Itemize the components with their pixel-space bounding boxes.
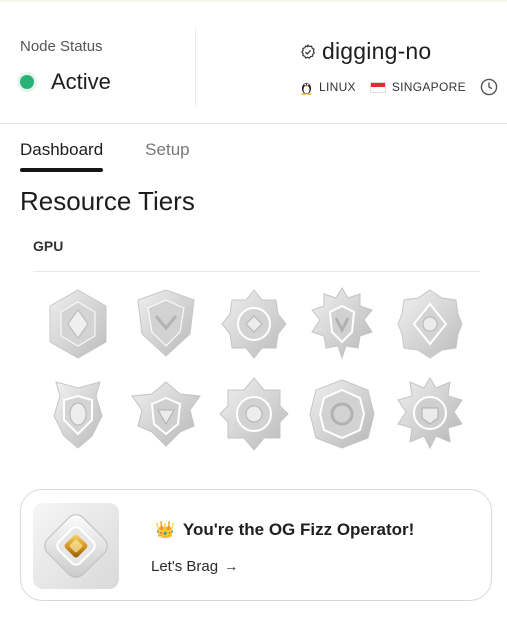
os-item: LINUX xyxy=(300,80,356,95)
node-info: digging-no LINUX SINGAPORE xyxy=(300,38,498,96)
tier-badge-10 xyxy=(397,377,463,450)
node-status-label: Node Status xyxy=(20,38,103,55)
node-name-row: digging-no xyxy=(300,38,498,65)
tier-badge-grid xyxy=(34,286,474,466)
crown-icon: 👑 xyxy=(155,522,175,539)
og-operator-title-row: 👑 You're the OG Fizz Operator! xyxy=(155,520,414,540)
tier-badge-8 xyxy=(219,377,289,451)
tier-badge-1 xyxy=(49,289,107,359)
gpu-section-label: GPU xyxy=(33,238,64,254)
clock-icon[interactable] xyxy=(480,78,498,96)
status-dot-icon xyxy=(20,75,34,89)
header-bottom-divider xyxy=(0,123,507,124)
top-accent-line xyxy=(0,0,507,2)
resource-tiers-title: Resource Tiers xyxy=(20,186,195,216)
tier-badge-3 xyxy=(221,289,287,359)
gpu-divider xyxy=(33,271,480,272)
tab-bar: Dashboard Setup xyxy=(20,140,190,172)
linux-penguin-icon xyxy=(301,82,312,95)
og-operator-title: You're the OG Fizz Operator! xyxy=(182,520,415,539)
tier-badge-2 xyxy=(137,289,195,357)
lets-brag-link[interactable]: Let's Brag → xyxy=(151,558,238,575)
gold-gem-icon xyxy=(44,514,108,578)
tier-badge-7 xyxy=(131,381,201,447)
node-name: digging-no xyxy=(322,38,432,64)
header-divider xyxy=(195,28,196,106)
node-status-row: Active xyxy=(20,69,111,95)
lets-brag-label: Let's Brag xyxy=(151,558,219,575)
arrow-right-icon: → xyxy=(224,558,239,574)
node-status-panel: Node Status Active xyxy=(20,38,111,95)
verified-badge-icon xyxy=(301,43,316,59)
tier-badge-4 xyxy=(311,287,373,360)
tab-setup[interactable]: Setup xyxy=(145,140,189,172)
tab-dashboard[interactable]: Dashboard xyxy=(20,140,104,172)
node-status-value: Active xyxy=(51,69,111,94)
tier-badge-9 xyxy=(309,379,375,449)
os-label: LINUX xyxy=(319,80,356,94)
og-operator-badge-image xyxy=(33,503,119,589)
node-meta: LINUX SINGAPORE xyxy=(300,78,498,96)
tier-badge-5 xyxy=(397,289,463,359)
region-label: SINGAPORE xyxy=(391,80,466,94)
tier-badge-6 xyxy=(53,381,103,449)
uptime-item[interactable] xyxy=(480,78,498,96)
singapore-flag-icon xyxy=(369,81,386,93)
og-operator-card: 👑 You're the OG Fizz Operator! Let's Bra… xyxy=(20,489,492,601)
region-item: SINGAPORE xyxy=(369,80,466,94)
